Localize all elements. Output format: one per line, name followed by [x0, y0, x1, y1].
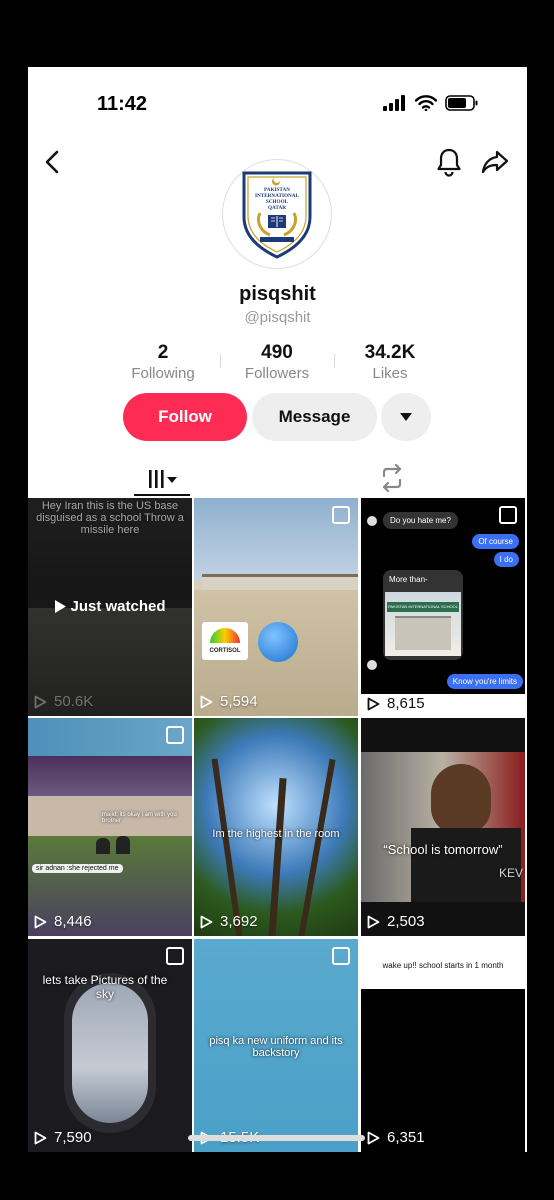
video-caption: Hey Iran this is the US base disguised a… — [36, 500, 184, 536]
video-caption: Im the highest in the room — [212, 828, 340, 840]
play-outline-icon — [367, 697, 380, 710]
follow-button[interactable]: Follow — [123, 393, 247, 441]
followers-stat[interactable]: 490 Followers — [222, 342, 332, 382]
pinned-icon — [332, 506, 350, 524]
video-tile[interactable]: KEV “School is tomorrow” 2,503 — [361, 718, 525, 936]
followers-label: Followers — [244, 365, 310, 382]
view-count: 50.6K — [54, 693, 94, 710]
home-indicator[interactable] — [188, 1135, 365, 1141]
school-logo: PAKISTAN INTERNATIONAL SCHOOL QATAR — [242, 171, 312, 259]
wifi-icon — [415, 95, 437, 111]
view-count: 5,594 — [220, 693, 258, 710]
view-count: 8,615 — [387, 695, 425, 712]
caret-down-icon — [400, 413, 412, 421]
play-icon — [55, 600, 67, 613]
stat-divider — [220, 354, 221, 368]
play-outline-icon — [200, 695, 213, 708]
video-tile[interactable]: wake up!! school starts in 1 month 6,351 — [361, 939, 525, 1152]
view-count: 2,503 — [387, 913, 425, 930]
video-caption: lets take Pictures of the sky — [42, 973, 168, 1001]
grid-icon — [149, 470, 177, 488]
play-outline-icon — [200, 915, 213, 928]
video-caption: sir adnan :she rejected me — [32, 864, 123, 873]
active-tab-indicator — [134, 494, 190, 496]
play-outline-icon — [34, 1131, 47, 1144]
avatar[interactable]: PAKISTAN INTERNATIONAL SCHOOL QATAR — [222, 159, 332, 269]
video-grid: Hey Iran this is the US base disguised a… — [28, 498, 527, 1152]
pinned-icon — [499, 506, 517, 524]
just-watched-label: Just watched — [70, 598, 166, 615]
video-tile[interactable]: pisq ka new uniform and its backstory 15… — [194, 939, 358, 1152]
video-tile[interactable]: Hey Iran this is the US base disguised a… — [28, 498, 192, 716]
likes-count: 34.2K — [364, 342, 416, 363]
video-tile[interactable]: Im the highest in the room 3,692 — [194, 718, 358, 936]
video-caption: pisq ka new uniform and its backstory — [209, 1035, 343, 1059]
chat-bubble: Do you hate me? — [383, 512, 458, 529]
likes-label: Likes — [372, 365, 408, 382]
following-stat[interactable]: 2 Following — [108, 342, 218, 382]
video-tile[interactable]: Do you hate me? Of course I do More than… — [361, 498, 525, 716]
username: pisqshit — [239, 283, 316, 305]
video-tile[interactable]: CORTISOL 5,594 — [194, 498, 358, 716]
chat-bubble: Of course — [472, 534, 519, 549]
person-face — [431, 764, 491, 834]
pinned-icon — [166, 947, 184, 965]
view-count: 7,590 — [54, 1129, 92, 1146]
svg-text:QATAR: QATAR — [268, 205, 286, 211]
play-outline-icon — [34, 695, 47, 708]
followers-count: 490 — [261, 342, 293, 363]
cortisol-gauge: CORTISOL — [202, 622, 248, 660]
signal-icon — [383, 95, 405, 111]
tab-videos[interactable] — [134, 462, 190, 496]
view-count: 3,692 — [220, 913, 258, 930]
airplane-window — [72, 983, 148, 1123]
following-count: 2 — [157, 342, 169, 363]
play-outline-icon — [34, 915, 47, 928]
more-options-button[interactable] — [381, 393, 431, 441]
chat-bubble: I do — [493, 552, 519, 567]
repost-icon[interactable] — [378, 464, 406, 492]
view-count: 8,446 — [54, 913, 92, 930]
play-outline-icon — [367, 1131, 380, 1144]
view-count: 6,351 — [387, 1129, 425, 1146]
status-bar: 11:42 — [28, 67, 527, 137]
video-caption: “School is tomorrow” — [383, 842, 503, 857]
video-caption: wake up!! school starts in 1 month — [382, 961, 504, 970]
video-tile[interactable]: majid: its okay i am with you brother si… — [28, 718, 192, 936]
bell-icon[interactable] — [436, 147, 462, 177]
crying-emoji — [258, 622, 298, 662]
profile-screen: 11:42 PAKISTAN INTERNATIONAL SCHOOL QATA… — [28, 67, 527, 1152]
likes-stat[interactable]: 34.2K Likes — [335, 342, 445, 382]
chat-bubble: More than- — [389, 575, 428, 584]
battery-icon — [445, 95, 478, 111]
share-icon[interactable] — [481, 149, 509, 175]
user-handle: @pisqshit — [244, 309, 311, 326]
play-outline-icon — [367, 915, 380, 928]
school-photo: PAKISTAN INTERNATIONAL SCHOOL — [385, 592, 461, 656]
jersey-text: KEV — [498, 866, 523, 880]
pinned-icon — [166, 726, 184, 744]
status-time: 11:42 — [97, 93, 148, 115]
chat-bubble: Know you're limits — [446, 674, 523, 689]
pinned-icon — [332, 947, 350, 965]
following-label: Following — [131, 365, 195, 382]
video-tile[interactable]: lets take Pictures of the sky 7,590 — [28, 939, 192, 1152]
message-button[interactable]: Message — [252, 393, 377, 441]
video-caption: majid: its okay i am with you brother — [102, 812, 177, 824]
back-arrow-icon[interactable] — [42, 149, 64, 175]
